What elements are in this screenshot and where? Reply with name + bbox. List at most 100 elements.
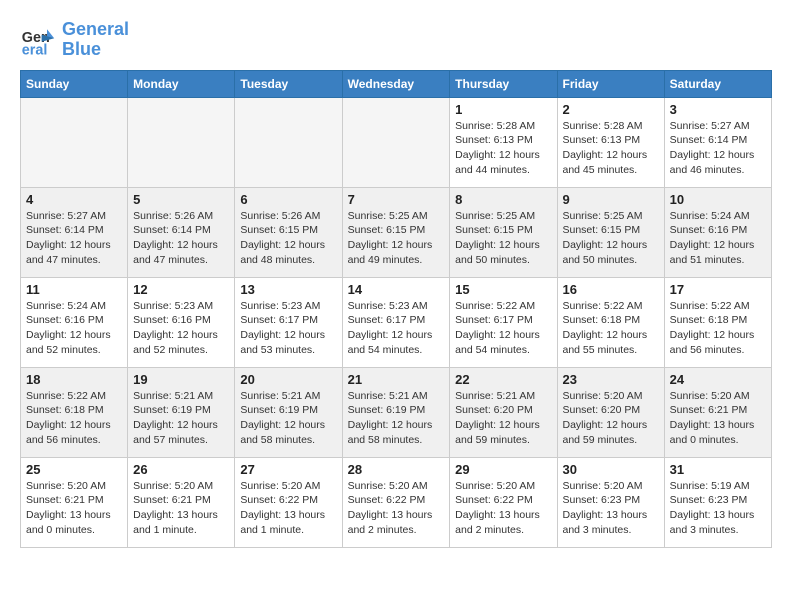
- day-cell-31: 31 Sunrise: 5:19 AMSunset: 6:23 PMDayligh…: [664, 457, 771, 547]
- day-info: Sunrise: 5:23 AMSunset: 6:17 PMDaylight:…: [240, 299, 336, 358]
- day-info: Sunrise: 5:27 AMSunset: 6:14 PMDaylight:…: [670, 119, 766, 178]
- calendar-table: SundayMondayTuesdayWednesdayThursdayFrid…: [20, 70, 772, 548]
- day-info: Sunrise: 5:25 AMSunset: 6:15 PMDaylight:…: [348, 209, 445, 268]
- day-number: 14: [348, 282, 445, 297]
- empty-cell: [21, 97, 128, 187]
- day-info: Sunrise: 5:21 AMSunset: 6:19 PMDaylight:…: [240, 389, 336, 448]
- day-info: Sunrise: 5:24 AMSunset: 6:16 PMDaylight:…: [26, 299, 122, 358]
- day-cell-26: 26 Sunrise: 5:20 AMSunset: 6:21 PMDayligh…: [128, 457, 235, 547]
- day-cell-3: 3 Sunrise: 5:27 AMSunset: 6:14 PMDaylight…: [664, 97, 771, 187]
- day-number: 18: [26, 372, 122, 387]
- week-row-5: 25 Sunrise: 5:20 AMSunset: 6:21 PMDayligh…: [21, 457, 772, 547]
- weekday-header-wednesday: Wednesday: [342, 70, 450, 97]
- day-cell-24: 24 Sunrise: 5:20 AMSunset: 6:21 PMDayligh…: [664, 367, 771, 457]
- day-info: Sunrise: 5:23 AMSunset: 6:17 PMDaylight:…: [348, 299, 445, 358]
- day-number: 6: [240, 192, 336, 207]
- day-info: Sunrise: 5:19 AMSunset: 6:23 PMDaylight:…: [670, 479, 766, 538]
- day-info: Sunrise: 5:22 AMSunset: 6:18 PMDaylight:…: [670, 299, 766, 358]
- weekday-header-monday: Monday: [128, 70, 235, 97]
- day-cell-18: 18Sunrise: 5:22 AMSunset: 6:18 PMDayligh…: [21, 367, 128, 457]
- day-number: 30: [563, 462, 659, 477]
- day-info: Sunrise: 5:20 AMSunset: 6:22 PMDaylight:…: [240, 479, 336, 538]
- day-number: 1: [455, 102, 551, 117]
- day-number: 24: [670, 372, 766, 387]
- day-number: 17: [670, 282, 766, 297]
- day-number: 4: [26, 192, 122, 207]
- day-number: 9: [563, 192, 659, 207]
- day-cell-13: 13Sunrise: 5:23 AMSunset: 6:17 PMDayligh…: [235, 277, 342, 367]
- day-cell-12: 12Sunrise: 5:23 AMSunset: 6:16 PMDayligh…: [128, 277, 235, 367]
- day-info: Sunrise: 5:26 AMSunset: 6:15 PMDaylight:…: [240, 209, 336, 268]
- day-number: 29: [455, 462, 551, 477]
- page-header: Gen eral General Blue: [20, 20, 772, 60]
- day-info: Sunrise: 5:23 AMSunset: 6:16 PMDaylight:…: [133, 299, 229, 358]
- day-number: 28: [348, 462, 445, 477]
- week-row-2: 4 Sunrise: 5:27 AMSunset: 6:14 PMDaylight…: [21, 187, 772, 277]
- weekday-header-friday: Friday: [557, 70, 664, 97]
- day-info: Sunrise: 5:20 AMSunset: 6:20 PMDaylight:…: [563, 389, 659, 448]
- day-number: 3: [670, 102, 766, 117]
- day-info: Sunrise: 5:26 AMSunset: 6:14 PMDaylight:…: [133, 209, 229, 268]
- day-cell-15: 15 Sunrise: 5:22 AMSunset: 6:17 PMDayligh…: [450, 277, 557, 367]
- day-info: Sunrise: 5:20 AMSunset: 6:22 PMDaylight:…: [455, 479, 551, 538]
- weekday-header-tuesday: Tuesday: [235, 70, 342, 97]
- svg-text:eral: eral: [22, 42, 48, 58]
- day-cell-22: 22Sunrise: 5:21 AMSunset: 6:20 PMDayligh…: [450, 367, 557, 457]
- weekday-header-row: SundayMondayTuesdayWednesdayThursdayFrid…: [21, 70, 772, 97]
- day-number: 21: [348, 372, 445, 387]
- day-number: 15: [455, 282, 551, 297]
- day-info: Sunrise: 5:25 AMSunset: 6:15 PMDaylight:…: [563, 209, 659, 268]
- day-number: 2: [563, 102, 659, 117]
- day-number: 10: [670, 192, 766, 207]
- day-info: Sunrise: 5:25 AMSunset: 6:15 PMDaylight:…: [455, 209, 551, 268]
- day-info: Sunrise: 5:24 AMSunset: 6:16 PMDaylight:…: [670, 209, 766, 268]
- day-info: Sunrise: 5:21 AMSunset: 6:19 PMDaylight:…: [348, 389, 445, 448]
- day-cell-21: 21 Sunrise: 5:21 AMSunset: 6:19 PMDayligh…: [342, 367, 450, 457]
- day-cell-30: 30 Sunrise: 5:20 AMSunset: 6:23 PMDayligh…: [557, 457, 664, 547]
- day-cell-29: 29 Sunrise: 5:20 AMSunset: 6:22 PMDayligh…: [450, 457, 557, 547]
- day-cell-16: 16Sunrise: 5:22 AMSunset: 6:18 PMDayligh…: [557, 277, 664, 367]
- day-cell-20: 20 Sunrise: 5:21 AMSunset: 6:19 PMDayligh…: [235, 367, 342, 457]
- day-number: 31: [670, 462, 766, 477]
- day-info: Sunrise: 5:20 AMSunset: 6:21 PMDaylight:…: [133, 479, 229, 538]
- day-number: 20: [240, 372, 336, 387]
- day-info: Sunrise: 5:27 AMSunset: 6:14 PMDaylight:…: [26, 209, 122, 268]
- day-cell-10: 10 Sunrise: 5:24 AMSunset: 6:16 PMDayligh…: [664, 187, 771, 277]
- day-cell-23: 23 Sunrise: 5:20 AMSunset: 6:20 PMDayligh…: [557, 367, 664, 457]
- day-cell-17: 17 Sunrise: 5:22 AMSunset: 6:18 PMDayligh…: [664, 277, 771, 367]
- day-number: 19: [133, 372, 229, 387]
- week-row-1: 1 Sunrise: 5:28 AMSunset: 6:13 PMDaylight…: [21, 97, 772, 187]
- day-number: 25: [26, 462, 122, 477]
- day-info: Sunrise: 5:20 AMSunset: 6:23 PMDaylight:…: [563, 479, 659, 538]
- day-info: Sunrise: 5:20 AMSunset: 6:21 PMDaylight:…: [26, 479, 122, 538]
- day-info: Sunrise: 5:20 AMSunset: 6:21 PMDaylight:…: [670, 389, 766, 448]
- day-cell-19: 19 Sunrise: 5:21 AMSunset: 6:19 PMDayligh…: [128, 367, 235, 457]
- week-row-3: 11Sunrise: 5:24 AMSunset: 6:16 PMDayligh…: [21, 277, 772, 367]
- day-info: Sunrise: 5:21 AMSunset: 6:19 PMDaylight:…: [133, 389, 229, 448]
- day-cell-8: 8Sunrise: 5:25 AMSunset: 6:15 PMDaylight…: [450, 187, 557, 277]
- day-info: Sunrise: 5:20 AMSunset: 6:22 PMDaylight:…: [348, 479, 445, 538]
- day-cell-14: 14 Sunrise: 5:23 AMSunset: 6:17 PMDayligh…: [342, 277, 450, 367]
- weekday-header-sunday: Sunday: [21, 70, 128, 97]
- day-number: 22: [455, 372, 551, 387]
- weekday-header-saturday: Saturday: [664, 70, 771, 97]
- logo-text: General Blue: [62, 20, 129, 60]
- day-number: 23: [563, 372, 659, 387]
- day-number: 27: [240, 462, 336, 477]
- day-cell-28: 28 Sunrise: 5:20 AMSunset: 6:22 PMDayligh…: [342, 457, 450, 547]
- logo: Gen eral General Blue: [20, 20, 129, 60]
- week-row-4: 18Sunrise: 5:22 AMSunset: 6:18 PMDayligh…: [21, 367, 772, 457]
- day-cell-25: 25 Sunrise: 5:20 AMSunset: 6:21 PMDayligh…: [21, 457, 128, 547]
- empty-cell: [342, 97, 450, 187]
- day-number: 16: [563, 282, 659, 297]
- empty-cell: [128, 97, 235, 187]
- day-cell-4: 4 Sunrise: 5:27 AMSunset: 6:14 PMDaylight…: [21, 187, 128, 277]
- day-cell-2: 2 Sunrise: 5:28 AMSunset: 6:13 PMDaylight…: [557, 97, 664, 187]
- day-number: 7: [348, 192, 445, 207]
- day-info: Sunrise: 5:28 AMSunset: 6:13 PMDaylight:…: [563, 119, 659, 178]
- day-cell-11: 11Sunrise: 5:24 AMSunset: 6:16 PMDayligh…: [21, 277, 128, 367]
- day-cell-6: 6 Sunrise: 5:26 AMSunset: 6:15 PMDaylight…: [235, 187, 342, 277]
- day-info: Sunrise: 5:22 AMSunset: 6:17 PMDaylight:…: [455, 299, 551, 358]
- weekday-header-thursday: Thursday: [450, 70, 557, 97]
- day-number: 26: [133, 462, 229, 477]
